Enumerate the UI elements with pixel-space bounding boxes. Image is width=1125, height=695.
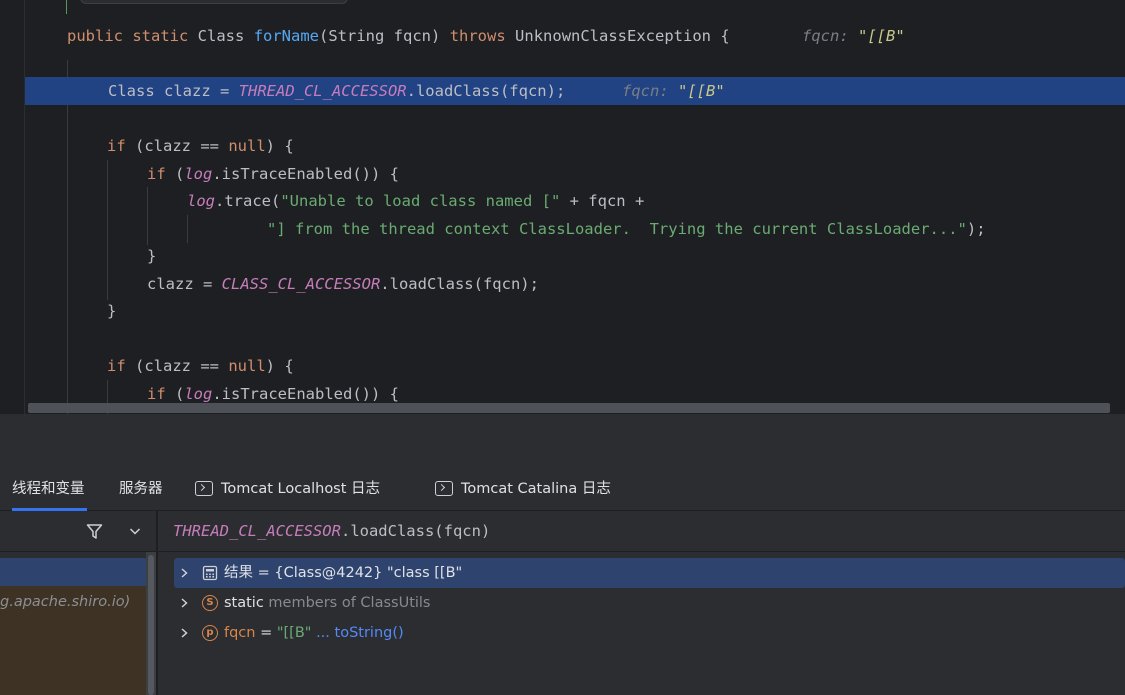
keyword: if bbox=[147, 165, 166, 183]
keyword: if bbox=[147, 385, 166, 403]
console-icon bbox=[195, 481, 213, 496]
tab-tomcat-localhost-log[interactable]: Tomcat Localhost 日志 bbox=[195, 466, 380, 511]
code-line: if (clazz == null) { bbox=[0, 352, 1125, 380]
inline-hint-chip bbox=[80, 0, 348, 4]
static-field: log bbox=[187, 192, 215, 210]
code-text: .isTraceEnabled()) { bbox=[212, 385, 399, 403]
variable-eq: = bbox=[253, 565, 275, 581]
panel-gap bbox=[0, 414, 1125, 466]
chevron-right-icon[interactable] bbox=[178, 627, 190, 639]
code-text: } bbox=[147, 247, 157, 265]
code-text: Class clazz = bbox=[108, 82, 239, 100]
to-string-link[interactable]: ... toString() bbox=[316, 625, 404, 641]
code-line: clazz = CLASS_CL_ACCESSOR.loadClass(fqcn… bbox=[0, 270, 1125, 298]
code-text: ( bbox=[165, 165, 185, 183]
frames-toolbar bbox=[0, 511, 157, 552]
parameter-icon: p bbox=[202, 625, 218, 641]
change-marker bbox=[66, 0, 67, 14]
code-text: ); bbox=[966, 220, 986, 238]
throws-keyword: throws bbox=[449, 27, 506, 45]
keyword: if bbox=[107, 357, 126, 375]
code-text: (clazz == bbox=[125, 137, 229, 155]
static-field: THREAD_CL_ACCESSOR bbox=[173, 522, 341, 540]
variable-value: {Class@4242} "class [[B" bbox=[274, 565, 463, 581]
params: (String fqcn) bbox=[319, 27, 441, 45]
method-name: forName bbox=[253, 27, 320, 45]
frame-label: g.apache.shiro.io) bbox=[0, 594, 131, 610]
code-text: (clazz == bbox=[125, 357, 229, 375]
chevron-down-icon[interactable] bbox=[128, 524, 142, 538]
frames-pane: g.apache.shiro.io) bbox=[0, 511, 157, 695]
code-line: log.trace("Unable to load class named ["… bbox=[0, 187, 1125, 215]
return-type: Class bbox=[197, 27, 245, 45]
tab-tomcat-catalina-log[interactable]: Tomcat Catalina 日志 bbox=[435, 466, 611, 511]
tab-server[interactable]: 服务器 bbox=[119, 466, 163, 511]
variable-name: static bbox=[224, 595, 264, 611]
keyword: null bbox=[228, 137, 266, 155]
tab-label: Tomcat Localhost 日志 bbox=[221, 481, 381, 497]
frame-row-selected[interactable] bbox=[0, 558, 146, 586]
calculator-icon bbox=[202, 565, 218, 581]
inline-value-hint-name: fqcn: bbox=[802, 27, 849, 45]
frame-row[interactable]: g.apache.shiro.io) bbox=[0, 586, 146, 695]
expression-text: .loadClass(fqcn) bbox=[340, 522, 491, 540]
code-text: ) { bbox=[265, 137, 294, 155]
keyword: public static bbox=[67, 27, 189, 45]
exception-type: UnknownClassException { bbox=[515, 27, 730, 45]
variable-description: members of ClassUtils bbox=[263, 595, 431, 611]
variable-name: 结果 bbox=[224, 565, 253, 581]
code-text: clazz = bbox=[147, 275, 222, 293]
code-line: if (log.isTraceEnabled()) { bbox=[0, 160, 1125, 188]
static-field: log bbox=[184, 385, 213, 403]
tab-label: 服务器 bbox=[119, 481, 163, 497]
variable-eq: = bbox=[255, 625, 277, 641]
code-text: .trace( bbox=[215, 192, 281, 210]
inline-value-hint-value: "[[B" bbox=[678, 82, 725, 100]
tab-label: 线程和变量 bbox=[12, 481, 85, 497]
tab-label: Tomcat Catalina 日志 bbox=[461, 481, 611, 497]
chevron-right-icon[interactable] bbox=[178, 567, 190, 579]
keyword: null bbox=[228, 357, 266, 375]
static-field: THREAD_CL_ACCESSOR bbox=[238, 82, 407, 100]
code-line: } bbox=[0, 242, 1125, 270]
code-line-signature: public static Class forName(String fqcn)… bbox=[0, 22, 1125, 50]
keyword: if bbox=[107, 137, 126, 155]
filter-icon[interactable] bbox=[86, 523, 103, 540]
debug-tool-tabs: 线程和变量 服务器 Tomcat Localhost 日志 Tomcat Cat… bbox=[0, 466, 1125, 511]
code-text: .loadClass(fqcn); bbox=[380, 275, 539, 293]
tab-threads-variables[interactable]: 线程和变量 bbox=[12, 466, 86, 511]
code-line: "] from the thread context ClassLoader. … bbox=[0, 215, 1125, 243]
evaluate-expression-field[interactable]: THREAD_CL_ACCESSOR.loadClass(fqcn) bbox=[158, 511, 1125, 552]
code-line: } bbox=[0, 297, 1125, 325]
variable-value: "[[B" bbox=[276, 625, 312, 641]
inline-value-hint-value: "[[B" bbox=[858, 27, 905, 45]
variable-name: fqcn bbox=[224, 625, 256, 641]
console-icon bbox=[435, 481, 453, 496]
variable-row-static[interactable]: S static members of ClassUtils bbox=[174, 588, 1125, 618]
horizontal-scrollbar[interactable] bbox=[28, 403, 1110, 413]
variable-row-fqcn[interactable]: p fqcn = "[[B" ... toString() bbox=[174, 618, 1125, 648]
inline-value-hint-name: fqcn: bbox=[622, 82, 669, 100]
chevron-right-icon[interactable] bbox=[178, 597, 190, 609]
string-literal: "] from the thread context ClassLoader. … bbox=[267, 220, 967, 238]
static-icon: S bbox=[202, 595, 218, 611]
variable-row-result[interactable]: 结果 = {Class@4242} "class [[B" bbox=[174, 558, 1125, 588]
current-execution-line[interactable]: Class clazz = THREAD_CL_ACCESSOR.loadCla… bbox=[25, 77, 1125, 105]
code-text: + fqcn + bbox=[560, 192, 645, 210]
code-editor[interactable]: public static Class forName(String fqcn)… bbox=[0, 0, 1125, 414]
code-text: ) { bbox=[265, 357, 294, 375]
code-text: ( bbox=[165, 385, 185, 403]
static-field: CLASS_CL_ACCESSOR bbox=[221, 275, 381, 293]
frames-scrollbar-thumb[interactable] bbox=[148, 555, 154, 695]
code-line: if (clazz == null) { bbox=[0, 132, 1125, 160]
string-literal: "Unable to load class named [" bbox=[280, 192, 561, 210]
variables-pane: THREAD_CL_ACCESSOR.loadClass(fqcn) 结果 = … bbox=[158, 511, 1125, 695]
static-field: log bbox=[184, 165, 213, 183]
code-text: .isTraceEnabled()) { bbox=[212, 165, 399, 183]
code-text: .loadClass(fqcn); bbox=[406, 82, 566, 100]
code-text: } bbox=[107, 302, 117, 320]
